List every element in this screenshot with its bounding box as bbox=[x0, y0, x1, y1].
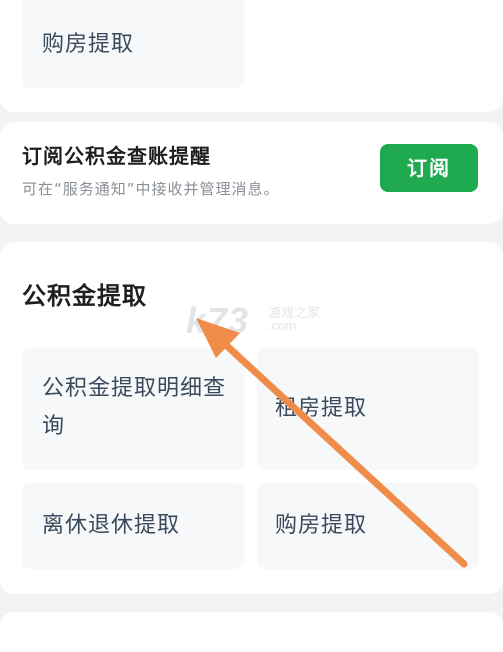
withdraw-card: 公积金提取 公积金提取明细查询 租房提取 离休退休提取 购房提取 bbox=[0, 242, 503, 594]
subscribe-card: 订阅公积金查账提醒 可在“服务通知”中接收并管理消息。 订阅 bbox=[0, 122, 503, 224]
tile-rent-withdraw[interactable]: 租房提取 bbox=[257, 348, 479, 470]
tile-house-purchase-withdraw[interactable]: 购房提取 bbox=[257, 483, 479, 569]
tile-retirement-withdraw[interactable]: 离休退休提取 bbox=[22, 483, 244, 569]
withdraw-section-title: 公积金提取 bbox=[22, 282, 147, 310]
tile-withdraw-detail-query[interactable]: 公积金提取明细查询 bbox=[22, 348, 244, 470]
tile-label: 公积金提取明细查询 bbox=[42, 376, 227, 439]
tile-label: 购房提取 bbox=[275, 513, 368, 538]
tile-house-purchase-withdraw-top[interactable]: 购房提取 bbox=[22, 0, 244, 88]
tile-label: 租房提取 bbox=[275, 396, 368, 421]
tile-label: 离休退休提取 bbox=[42, 513, 181, 538]
watermark-logo: k73 bbox=[186, 300, 250, 341]
subscribe-button[interactable]: 订阅 bbox=[380, 144, 478, 192]
top-card: 购房提取 bbox=[0, 0, 503, 112]
bottom-card-partial bbox=[0, 612, 503, 652]
tile-label: 购房提取 bbox=[42, 32, 135, 57]
watermark-url: .com bbox=[268, 318, 297, 333]
subscribe-description: 可在“服务通知”中接收并管理消息。 bbox=[22, 180, 280, 198]
k73-watermark: k73 游戏之家 .com bbox=[186, 300, 326, 341]
subscribe-title: 订阅公积金查账提醒 bbox=[22, 144, 211, 168]
